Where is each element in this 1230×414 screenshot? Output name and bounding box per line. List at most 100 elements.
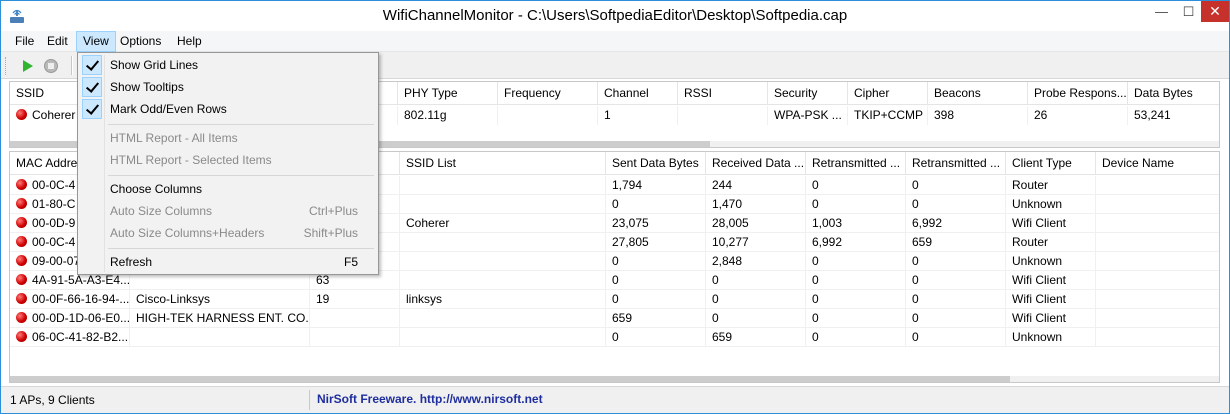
menu-show-grid-lines[interactable]: Show Grid Lines: [80, 54, 376, 76]
menu-options[interactable]: Options: [114, 31, 167, 52]
client-vendor-cell: Cisco-Linksys: [130, 290, 310, 309]
menu-choose-columns[interactable]: Choose Columns: [80, 178, 376, 200]
menu-auto-size-columns[interactable]: Auto Size Columns Ctrl+Plus: [80, 200, 376, 222]
client-client-type-cell: Unknown: [1006, 195, 1096, 214]
start-button[interactable]: [17, 56, 37, 76]
client-sent-cell: 27,805: [606, 233, 706, 252]
client-mac-value: 00-0F-66-16-94-...: [32, 292, 130, 306]
col-ssid-list[interactable]: SSID List: [400, 152, 606, 175]
client-sent-cell: 0: [606, 252, 706, 271]
menu-label: Mark Odd/Even Rows: [110, 102, 227, 116]
client-received-cell: 2,848: [706, 252, 806, 271]
col-client-type[interactable]: Client Type: [1006, 152, 1096, 175]
table-row[interactable]: 00-0F-66-16-94-... Cisco-Linksys 19 linksys…: [10, 290, 1219, 309]
client-frames-cell: [310, 309, 400, 328]
client-device-name-cell: [1096, 309, 1219, 328]
table-row[interactable]: 06-0C-41-82-B2... 0 659 0 0 Unknown: [10, 328, 1219, 347]
client-retrans-1-cell: 0: [806, 328, 906, 347]
client-ssid-list-cell: [400, 309, 606, 328]
status-separator: [309, 390, 311, 410]
client-client-type-cell: Wifi Client: [1006, 214, 1096, 233]
checkmark-icon: [82, 77, 102, 97]
title-bar: WifiChannelMonitor - C:\Users\SoftpediaE…: [1, 1, 1229, 31]
col-retransmitted-2[interactable]: Retransmitted ...: [906, 152, 1006, 175]
menu-auto-size-headers[interactable]: Auto Size Columns+Headers Shift+Plus: [80, 222, 376, 244]
table-row[interactable]: 00-0D-1D-06-E0... HIGH-TEK HARNESS ENT. C…: [10, 309, 1219, 328]
stop-icon: [44, 59, 58, 73]
col-phy-type[interactable]: PHY Type: [398, 82, 498, 105]
client-sent-cell: 659: [606, 309, 706, 328]
client-retrans-2-cell: 0: [906, 328, 1006, 347]
client-mac-value: 00-0D-9: [32, 216, 76, 230]
client-received-cell: 244: [706, 176, 806, 195]
menu-file[interactable]: File: [9, 31, 40, 52]
checkmark-icon: [82, 99, 102, 119]
col-channel[interactable]: Channel: [598, 82, 678, 105]
ap-probe-cell: 26: [1028, 106, 1128, 125]
ap-phy-cell: 802.11g: [398, 106, 498, 125]
client-mac-value: 09-00-07: [32, 254, 81, 268]
menu-separator: [108, 124, 374, 125]
status-red-dot-icon: [16, 274, 27, 285]
col-beacons[interactable]: Beacons: [928, 82, 1028, 105]
col-probe-responses[interactable]: Probe Respons...: [1028, 82, 1128, 105]
col-retransmitted-1[interactable]: Retransmitted ...: [806, 152, 906, 175]
col-data-bytes[interactable]: Data Bytes: [1128, 82, 1219, 105]
client-received-cell: 659: [706, 328, 806, 347]
nirsoft-link[interactable]: NirSoft Freeware. http://www.nirsoft.net: [317, 392, 543, 406]
client-retrans-1-cell: 0: [806, 290, 906, 309]
client-client-type-cell: Unknown: [1006, 328, 1096, 347]
status-red-dot-icon: [16, 179, 27, 190]
col-sent-bytes[interactable]: Sent Data Bytes: [606, 152, 706, 175]
maximize-button[interactable]: ☐: [1175, 1, 1202, 22]
menu-edit[interactable]: Edit: [41, 31, 74, 52]
menu-html-report-all[interactable]: HTML Report - All Items: [80, 127, 376, 149]
menu-show-tooltips[interactable]: Show Tooltips: [80, 76, 376, 98]
client-table-scrollbar[interactable]: [10, 376, 1219, 382]
status-bar: 1 APs, 9 Clients NirSoft Freeware. http:…: [1, 386, 1229, 413]
col-received-bytes[interactable]: Received Data ...: [706, 152, 806, 175]
stop-button[interactable]: [41, 56, 61, 76]
client-client-type-cell: Router: [1006, 176, 1096, 195]
menu-refresh[interactable]: Refresh F5: [80, 251, 376, 273]
menu-view[interactable]: View: [76, 31, 116, 52]
client-device-name-cell: [1096, 271, 1219, 290]
col-cipher[interactable]: Cipher: [848, 82, 928, 105]
minimize-button[interactable]: —: [1148, 1, 1175, 22]
ap-channel-cell: 1: [598, 106, 678, 125]
menu-separator: [108, 175, 374, 176]
client-frames-cell: [310, 328, 400, 347]
status-summary: 1 APs, 9 Clients: [10, 393, 95, 407]
client-retrans-2-cell: 0: [906, 309, 1006, 328]
status-red-dot-icon: [16, 109, 27, 120]
col-rssi[interactable]: RSSI: [678, 82, 768, 105]
close-button[interactable]: ✕: [1201, 1, 1229, 22]
scrollbar-thumb[interactable]: [10, 376, 1010, 382]
client-retrans-2-cell: 0: [906, 290, 1006, 309]
menu-bar: File Edit View Options Help: [1, 31, 1229, 52]
menu-label: Refresh: [110, 255, 153, 269]
menu-help[interactable]: Help: [171, 31, 208, 52]
client-mac-value: 01-80-C: [32, 197, 76, 211]
menu-label: Show Grid Lines: [110, 58, 199, 72]
menu-html-report-selected[interactable]: HTML Report - Selected Items: [80, 149, 376, 171]
client-retrans-1-cell: 0: [806, 252, 906, 271]
col-security[interactable]: Security: [768, 82, 848, 105]
client-mac-cell: 06-0C-41-82-B2...: [10, 328, 130, 347]
client-retrans-2-cell: 659: [906, 233, 1006, 252]
play-icon: [23, 60, 33, 72]
client-sent-cell: 0: [606, 195, 706, 214]
col-device-name[interactable]: Device Name: [1096, 152, 1219, 175]
client-device-name-cell: [1096, 176, 1219, 195]
status-red-dot-icon: [16, 236, 27, 247]
window-title: WifiChannelMonitor - C:\Users\SoftpediaE…: [382, 7, 848, 24]
col-frequency[interactable]: Frequency: [498, 82, 598, 105]
client-retrans-1-cell: 6,992: [806, 233, 906, 252]
client-retrans-2-cell: 0: [906, 252, 1006, 271]
ap-frequency-cell: [498, 106, 598, 125]
status-red-dot-icon: [16, 331, 27, 342]
menu-mark-odd-even-rows[interactable]: Mark Odd/Even Rows: [80, 98, 376, 120]
client-retrans-2-cell: 0: [906, 271, 1006, 290]
menu-separator: [108, 248, 374, 249]
client-ssid-list-cell: [400, 233, 606, 252]
